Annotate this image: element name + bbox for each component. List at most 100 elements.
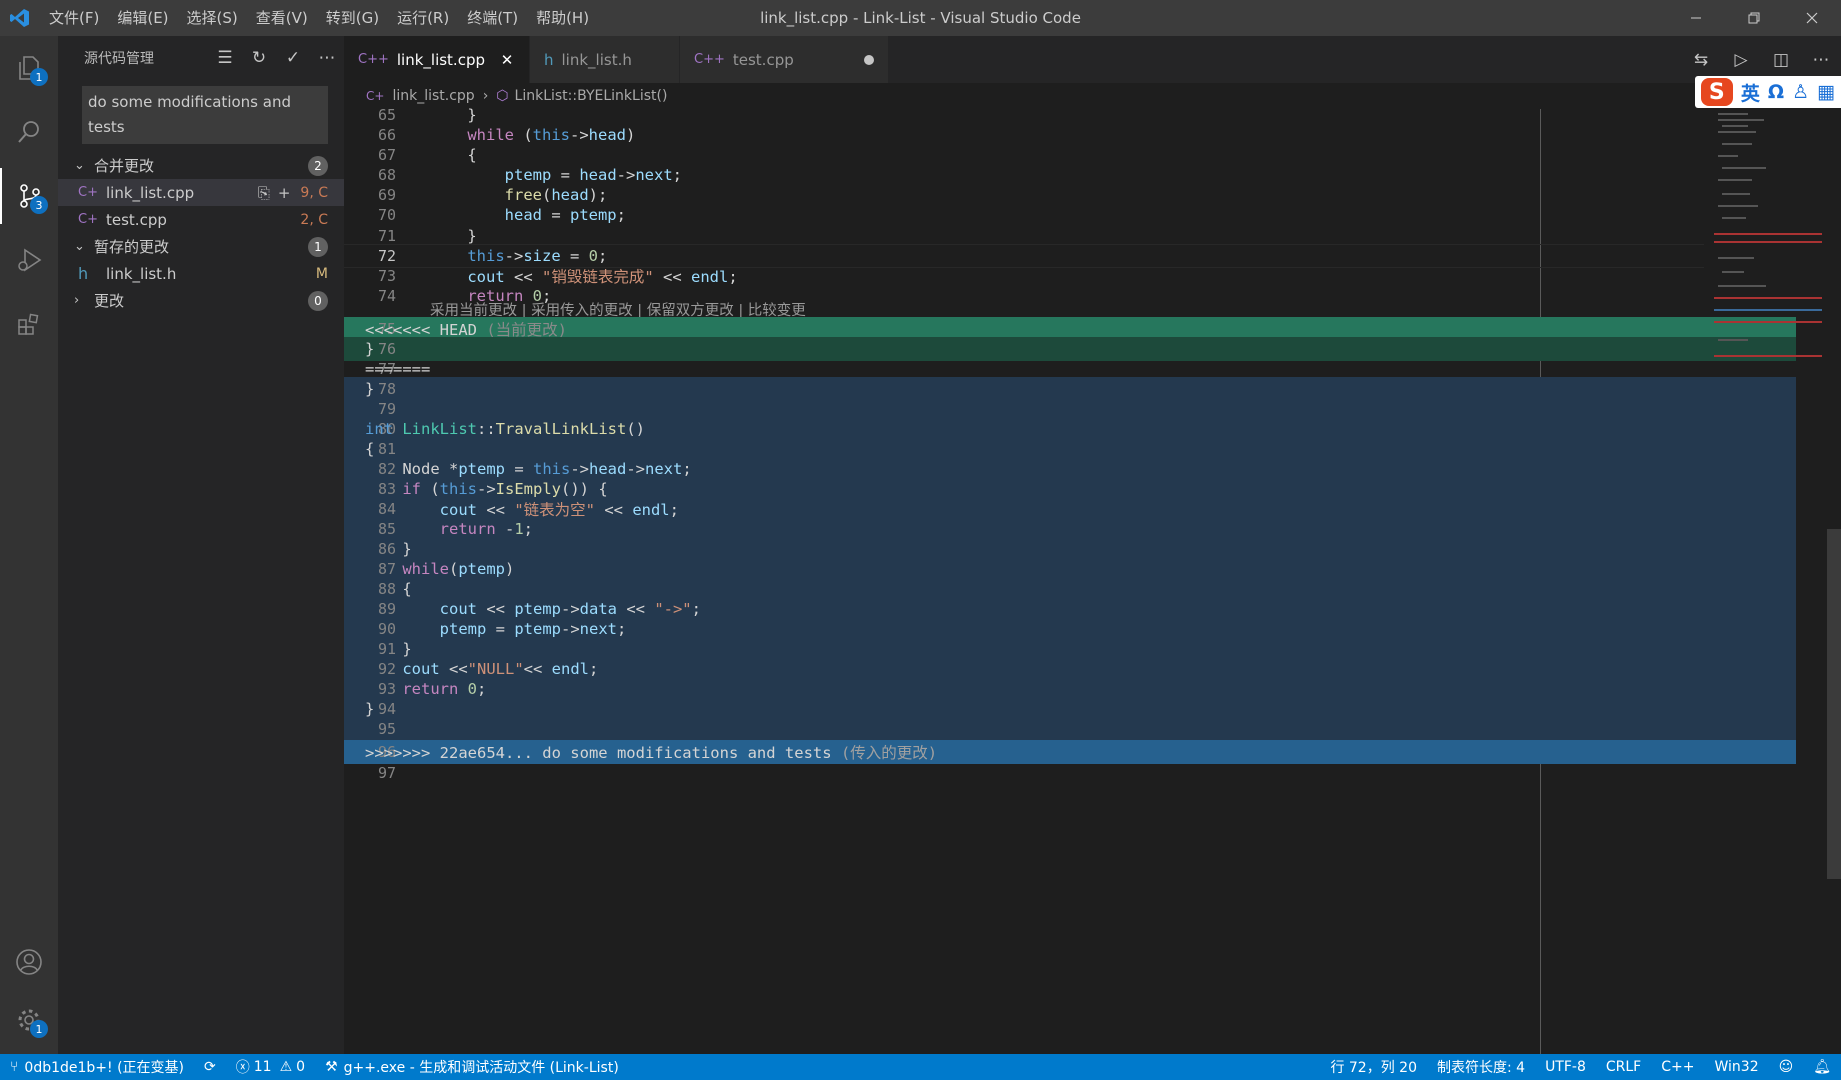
menu-edit[interactable]: 编辑(E)	[108, 0, 177, 36]
tab-label: test.cpp	[732, 50, 794, 69]
run-button[interactable]: ▷	[1721, 50, 1761, 70]
close-icon[interactable]: ✕	[499, 51, 515, 69]
view-as-tree-button[interactable]: ☰	[208, 48, 242, 68]
scm-badge: 3	[30, 196, 48, 214]
file-status: 9, C	[300, 184, 328, 201]
search-activity[interactable]	[0, 104, 58, 160]
file-name: link_list.cpp	[106, 183, 195, 202]
punctuation-icon[interactable]: Ω	[1768, 81, 1784, 103]
stage-plus-icon[interactable]: +	[278, 184, 291, 202]
menu-help[interactable]: 帮助(H)	[527, 0, 598, 36]
split-icon: ◫	[1772, 49, 1790, 70]
error-count: 11	[253, 1059, 272, 1075]
menu-view[interactable]: 查看(V)	[247, 0, 317, 36]
more-actions-button[interactable]: ⋯	[310, 48, 344, 68]
minimize-button[interactable]	[1667, 0, 1725, 36]
tab-link-list-cpp[interactable]: C++ link_list.cpp ✕	[344, 36, 530, 83]
header-file-icon: h	[78, 264, 89, 283]
cursor-position[interactable]: 行 72，列 20	[1320, 1054, 1427, 1080]
menu-terminal[interactable]: 终端(T)	[458, 0, 527, 36]
string-literal: "NULL"	[467, 659, 524, 678]
task-label: g++.exe - 生成和调试活动文件 (Link-List)	[343, 1060, 619, 1076]
branch-status[interactable]: ⑂ 0db1de1b+! (正在变基)	[0, 1054, 194, 1080]
string-literal: "->"	[654, 599, 692, 618]
scrollbar-thumb[interactable]	[1827, 529, 1841, 879]
file-item-link-list-h[interactable]: h link_list.h M	[58, 260, 344, 287]
source-control-activity[interactable]: 3	[0, 168, 58, 224]
git-branch-icon: ⑂	[10, 1059, 19, 1075]
problems-status[interactable]: ⓧ 11 ⚠ 0	[226, 1054, 315, 1080]
account-icon	[16, 949, 42, 975]
commit-button[interactable]: ✓	[276, 48, 310, 68]
file-item-link-list-cpp[interactable]: C+ link_list.cpp ⎘ + 9, C	[58, 179, 344, 206]
manage-activity[interactable]: 1	[0, 992, 58, 1048]
menu-file[interactable]: 文件(F)	[40, 0, 108, 36]
staged-changes-section[interactable]: ⌄ 暂存的更改 1	[58, 233, 344, 260]
refresh-button[interactable]: ↻	[242, 48, 276, 68]
explorer-activity[interactable]: 1	[0, 40, 58, 96]
ime-toolbar: S 英 Ω ♙ ▦	[1694, 76, 1841, 108]
close-window-button[interactable]	[1783, 0, 1841, 36]
menu-run[interactable]: 运行(R)	[388, 0, 458, 36]
end-of-line[interactable]: CRLF	[1596, 1054, 1651, 1080]
play-icon: ▷	[1734, 49, 1748, 70]
breadcrumb-symbol[interactable]: LinkList::BYELinkList()	[515, 88, 668, 104]
cpp-file-icon: C++	[694, 52, 725, 67]
file-actions: ⎘ +	[258, 184, 291, 202]
notifications-button[interactable]: 🔔︎	[1803, 1054, 1841, 1080]
encoding[interactable]: UTF-8	[1535, 1054, 1596, 1080]
branch-label: 0db1de1b+! (正在变基)	[24, 1060, 185, 1076]
refresh-icon: ↻	[251, 48, 267, 68]
feedback-button[interactable]: ☺	[1769, 1054, 1804, 1080]
run-debug-icon	[18, 248, 42, 272]
method-icon: ⬡	[496, 88, 509, 104]
open-file-icon[interactable]: ⎘	[258, 184, 270, 202]
ime-language[interactable]: 英	[1741, 79, 1760, 106]
menu-selection[interactable]: 选择(S)	[178, 0, 247, 36]
sogou-logo-icon[interactable]: S	[1700, 78, 1733, 106]
editor-tabs: C++ link_list.cpp ✕ h link_list.h C++ te…	[344, 36, 1841, 83]
incoming-label: (传入的更改)	[840, 743, 938, 762]
minimize-icon	[1691, 17, 1701, 19]
open-changes-button[interactable]: ⇆	[1681, 50, 1721, 70]
error-icon: ⓧ	[235, 1060, 250, 1076]
platform[interactable]: Win32	[1704, 1054, 1768, 1080]
menu-go[interactable]: 转到(G)	[317, 0, 388, 36]
file-status: M	[315, 265, 328, 282]
user-icon[interactable]: ♙	[1792, 81, 1809, 103]
code-editor[interactable]: 65 } 66 while (this->head) 67 { 68 ptemp…	[344, 106, 1841, 1054]
changes-section[interactable]: › 更改 0	[58, 287, 344, 314]
vertical-scrollbar[interactable]	[1824, 109, 1841, 1054]
language-mode[interactable]: C++	[1651, 1054, 1704, 1080]
tab-size[interactable]: 制表符长度: 4	[1427, 1054, 1535, 1080]
toolbox-icon[interactable]: ▦	[1817, 81, 1835, 103]
tab-label: link_list.cpp	[396, 50, 485, 69]
file-status: 2, C	[300, 211, 328, 228]
minimap[interactable]	[1710, 109, 1824, 1054]
chevron-right-icon: ›	[482, 88, 489, 104]
merge-changes-section[interactable]: ⌄ 合并更改 2	[58, 152, 344, 179]
tab-test-cpp[interactable]: C++ test.cpp	[680, 36, 889, 83]
tab-link-list-h[interactable]: h link_list.h	[530, 36, 680, 83]
restore-button[interactable]	[1725, 0, 1783, 36]
breadcrumb-file[interactable]: link_list.cpp	[392, 88, 474, 104]
run-debug-activity[interactable]	[0, 232, 58, 288]
settings-badge: 1	[30, 1020, 48, 1038]
section-label: 暂存的更改	[94, 238, 170, 256]
extensions-activity[interactable]	[0, 296, 58, 352]
task-status[interactable]: ⚒ g++.exe - 生成和调试活动文件 (Link-List)	[315, 1054, 629, 1080]
unsaved-dot-icon[interactable]	[863, 54, 874, 65]
sync-status[interactable]: ⟳	[194, 1054, 226, 1080]
editor-more-button[interactable]: ⋯	[1801, 50, 1841, 70]
bell-icon: 🔔︎	[1813, 1059, 1831, 1075]
sidebar-header: 源代码管理 ☰ ↻ ✓ ⋯	[58, 36, 344, 80]
commit-message-input[interactable]: do some modifications and tests	[82, 86, 328, 144]
file-item-test-cpp[interactable]: C+ test.cpp 2, C	[58, 206, 344, 233]
accounts-activity[interactable]	[0, 934, 58, 990]
window-controls	[1667, 0, 1841, 36]
extensions-icon	[18, 313, 39, 335]
ellipsis-icon: ⋯	[1812, 49, 1830, 70]
split-editor-button[interactable]: ◫	[1761, 50, 1801, 70]
tools-icon: ⚒	[325, 1059, 338, 1075]
source-control-sidebar: 源代码管理 ☰ ↻ ✓ ⋯ do some modifications and …	[58, 36, 344, 1054]
